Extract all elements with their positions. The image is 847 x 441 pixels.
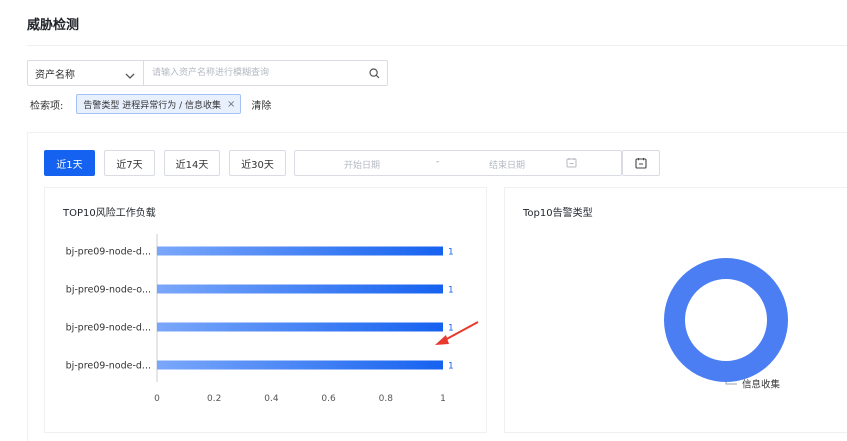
filter-row: 检索项: 告警类型 进程异常行为 / 信息收集 × 清除 [30, 94, 271, 114]
search-field-select-label: 资产名称 [35, 69, 75, 81]
date-separator: - [436, 157, 440, 167]
bar-category-label: bj-pre09-node-d... [66, 361, 151, 372]
bar-category-label: bj-pre09-node-o... [66, 285, 151, 296]
bar-data-label: 1 [448, 286, 454, 296]
range-button-30d[interactable]: 近30天 [229, 150, 286, 176]
x-tick-label: 0.2 [207, 394, 221, 404]
bar [157, 246, 443, 256]
close-icon[interactable]: × [227, 99, 235, 110]
bar [157, 284, 443, 294]
alert-type-card: Top10告警类型 信息收集 [504, 187, 847, 433]
x-tick-label: 0 [154, 394, 160, 404]
range-button-7d[interactable]: 近7天 [104, 150, 155, 176]
range-button-1d[interactable]: 近1天 [44, 150, 95, 176]
calendar-button[interactable] [622, 150, 660, 176]
threat-detection-page: 威胁检测 资产名称 检索项: 告警类型 进程异常行为 / 信息收集 × 清除 近… [0, 0, 847, 441]
search-field-select[interactable]: 资产名称 [28, 61, 144, 85]
filter-label: 检索项: [30, 100, 64, 112]
search-bar: 资产名称 [27, 60, 388, 86]
search-input[interactable] [144, 61, 361, 85]
x-tick-label: 1 [440, 394, 446, 404]
donut-label-leader [725, 382, 737, 385]
header-divider [27, 45, 847, 46]
start-date-input[interactable]: 开始日期 [344, 158, 380, 171]
chevron-down-icon [125, 64, 135, 83]
x-tick-label: 0.6 [321, 394, 336, 404]
x-tick-label: 0.4 [264, 394, 279, 404]
bar [157, 322, 443, 332]
alert-type-donut-chart: 信息收集 [664, 258, 788, 391]
range-button-14d[interactable]: 近14天 [164, 150, 220, 176]
bar [157, 360, 443, 370]
risk-workload-card: TOP10风险工作负载 bj-pre09-node-d... 1 bj-pre09-… [44, 187, 487, 433]
search-icon[interactable] [361, 61, 387, 85]
risk-workload-bar-chart: bj-pre09-node-d... 1 bj-pre09-node-o... 1 bj… [66, 234, 479, 404]
bar-category-label: bj-pre09-node-d... [66, 247, 151, 258]
calendar-icon [566, 157, 577, 171]
annotation-arrow-head [435, 335, 449, 345]
calendar-icon [635, 154, 647, 173]
date-range-picker[interactable]: 开始日期 - 结束日期 [294, 150, 622, 176]
page-title: 威胁检测 [27, 18, 80, 33]
filter-tag-text: 告警类型 进程异常行为 / 信息收集 [83, 100, 221, 111]
bar-data-label: 1 [448, 324, 454, 334]
bar-data-label: 1 [448, 248, 454, 258]
donut-slice-label: 信息收集 [742, 379, 781, 391]
bar-category-label: bj-pre09-node-d... [66, 323, 151, 334]
x-tick-label: 0.8 [379, 394, 394, 404]
bar-data-label: 1 [448, 362, 454, 372]
end-date-input[interactable]: 结束日期 [489, 158, 525, 171]
clear-filters-button[interactable]: 清除 [251, 97, 271, 112]
donut-slice [664, 258, 788, 382]
filter-tag: 告警类型 进程异常行为 / 信息收集 × [76, 94, 242, 114]
